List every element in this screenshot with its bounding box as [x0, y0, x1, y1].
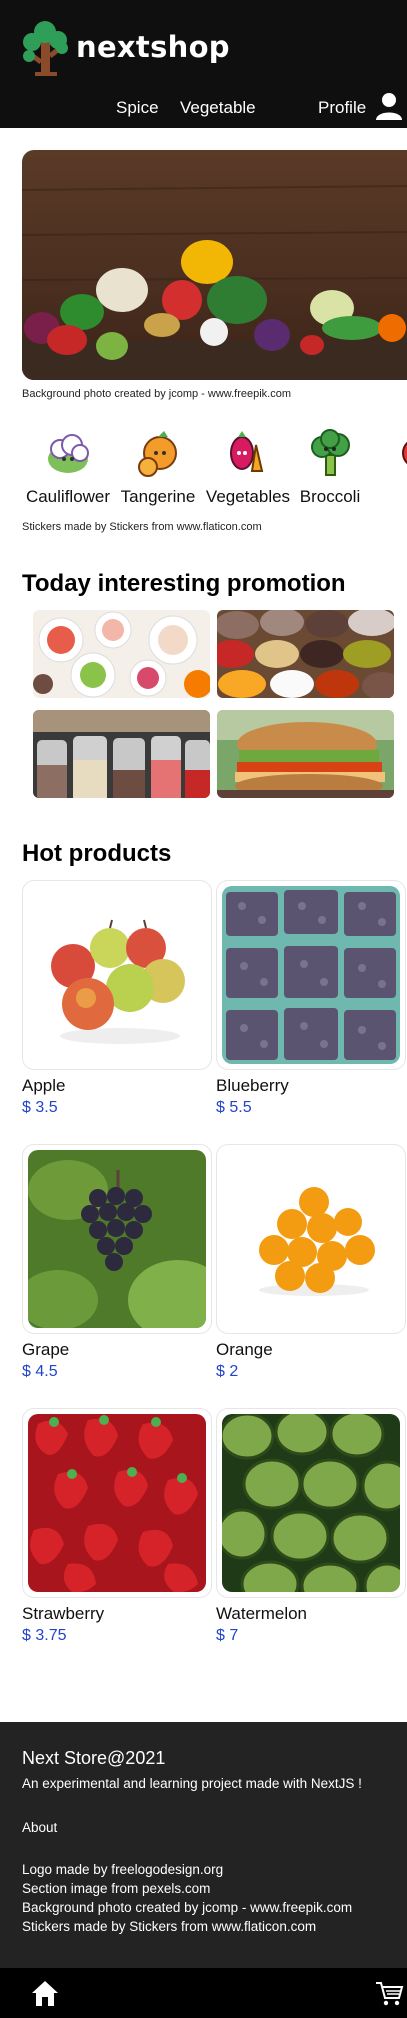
sticker-cauliflower[interactable]: Cauliflower [23, 425, 113, 507]
tree-logo-icon [23, 21, 68, 76]
product-image-frame [216, 880, 406, 1070]
broccoli-icon [311, 429, 350, 476]
nav-spice[interactable]: Spice [116, 98, 159, 118]
promo-image-burger [217, 710, 394, 798]
product-name: Blueberry [216, 1076, 289, 1095]
product-price: $ 3.5 [22, 1099, 58, 1116]
product-name: Orange [216, 1340, 273, 1359]
product-card-strawberry[interactable]: Strawberry $ 3.75 [22, 1408, 212, 1645]
bottom-navigation [0, 1968, 407, 2018]
strawberry-image [28, 1414, 206, 1592]
cart-icon[interactable] [374, 1978, 404, 2008]
footer-title: Next Store@2021 [22, 1748, 166, 1768]
product-price: $ 7 [216, 1627, 239, 1644]
home-icon[interactable] [30, 1978, 60, 2008]
product-image-frame [22, 880, 212, 1070]
blueberry-image [222, 886, 400, 1064]
product-image-frame [22, 1408, 212, 1598]
footer-tagline: An experimental and learning project mad… [22, 1776, 362, 1791]
site-footer: Next Store@2021 An experimental and lear… [0, 1722, 407, 1968]
promotion-title: Today interesting promotion [22, 570, 346, 597]
promo-card-burger[interactable] [217, 710, 394, 798]
product-image-frame [216, 1408, 406, 1598]
site-header: nextshop Spice Vegetable Profile [0, 0, 407, 128]
footer-credit: Logo made by freelogodesign.org [22, 1862, 224, 1877]
cauliflower-icon [48, 434, 89, 473]
promo-image-spices [217, 610, 394, 698]
promo-image-bowls [33, 610, 210, 698]
footer-about-link[interactable]: About [22, 1820, 57, 1835]
user-icon[interactable] [375, 92, 403, 120]
product-name: Apple [22, 1076, 66, 1095]
product-price: $ 4.5 [22, 1363, 58, 1380]
hot-products-title: Hot products [22, 840, 172, 867]
vegetables-icon [230, 431, 264, 472]
hero-credit: Background photo created by jcomp - www.… [22, 388, 292, 400]
product-card-grape[interactable]: Grape $ 4.5 [22, 1144, 212, 1381]
stickers-credit: Stickers made by Stickers from www.flati… [22, 521, 262, 533]
sticker-vegetables[interactable]: Vegetables [203, 425, 293, 507]
partial-icon [402, 441, 407, 465]
footer-credit: Stickers made by Stickers from www.flati… [22, 1919, 317, 1934]
sticker-label: Vegetables [205, 487, 291, 506]
grape-image [28, 1150, 206, 1328]
watermelon-image [222, 1414, 400, 1592]
vegetables-photo [22, 150, 407, 380]
apple-image [28, 886, 206, 1064]
product-price: $ 3.75 [22, 1627, 67, 1644]
product-image-frame [216, 1144, 406, 1334]
footer-credit: Section image from pexels.com [22, 1881, 211, 1896]
product-name: Watermelon [216, 1604, 308, 1623]
footer-credit: Background photo created by jcomp - www.… [22, 1900, 353, 1915]
product-name: Strawberry [22, 1604, 105, 1623]
tangerine-icon [138, 431, 177, 477]
product-image-frame [22, 1144, 212, 1334]
sticker-partial[interactable]: H [372, 425, 407, 507]
product-card-orange[interactable]: Orange $ 2 [216, 1144, 406, 1381]
sticker-label: Tangerine [120, 487, 196, 506]
sticker-label: H [372, 487, 407, 507]
promo-card-jars[interactable] [33, 710, 210, 798]
brand-name: nextshop [76, 30, 230, 64]
product-card-apple[interactable]: Apple $ 3.5 [22, 880, 212, 1117]
nav-profile[interactable]: Profile [318, 98, 366, 118]
product-card-watermelon[interactable]: Watermelon $ 7 [216, 1408, 406, 1645]
product-price: $ 2 [216, 1363, 239, 1380]
logo-link[interactable]: nextshop [20, 18, 230, 76]
sticker-broccoli[interactable]: Broccoli [285, 425, 375, 507]
promo-card-spices[interactable] [217, 610, 394, 698]
orange-image [222, 1150, 400, 1328]
sticker-tangerine[interactable]: Tangerine [113, 425, 203, 507]
category-stickers: Cauliflower Tangerine Vegetables Broccol… [0, 425, 407, 515]
product-price: $ 5.5 [216, 1099, 252, 1116]
product-card-blueberry[interactable]: Blueberry $ 5.5 [216, 880, 406, 1117]
sticker-label: Cauliflower [25, 487, 111, 506]
sticker-label: Broccoli [299, 487, 361, 506]
nav-vegetable[interactable]: Vegetable [180, 98, 256, 118]
promo-image-jars [33, 710, 210, 798]
hero-banner [22, 150, 407, 380]
promo-card-bowls[interactable] [33, 610, 210, 698]
product-name: Grape [22, 1340, 70, 1359]
